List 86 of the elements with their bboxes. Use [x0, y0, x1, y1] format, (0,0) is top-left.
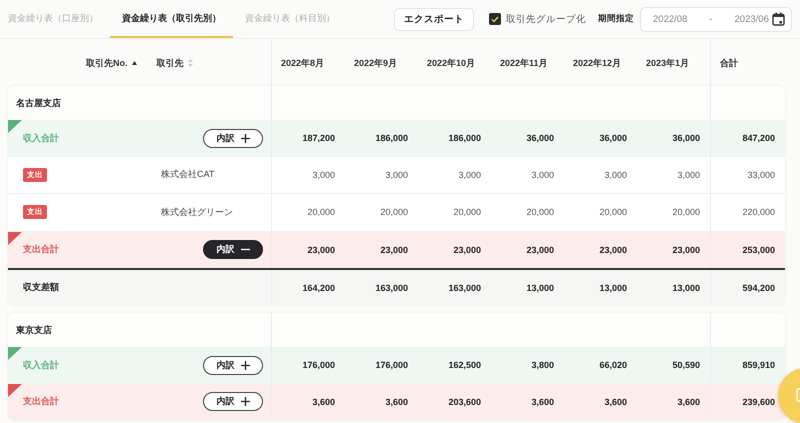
breakdown-button[interactable]: 内訳	[203, 356, 263, 375]
breakdown-button[interactable]: 内訳	[203, 240, 263, 260]
amount-cell: 13,000	[672, 282, 700, 292]
amount-cell: 20,000	[672, 207, 700, 218]
checkbox[interactable]	[489, 13, 501, 25]
amount-cell: 3,600	[385, 396, 408, 407]
plus-icon	[240, 360, 250, 370]
amount-cell: 3,600	[531, 396, 554, 407]
amount-cell: 20,000	[453, 207, 481, 218]
amount-cell: 20,000	[526, 207, 554, 218]
total-cell: 33,000	[747, 170, 775, 180]
total-cell: 253,000	[742, 244, 775, 255]
column-header: 2022年10月	[427, 56, 476, 70]
amount-cell: 20,000	[599, 207, 627, 218]
amount-cell: 186,000	[375, 133, 408, 144]
amount-cell: 3,000	[385, 170, 408, 180]
total-cell: 239,600	[742, 396, 775, 407]
amount-cell: 176,000	[302, 360, 335, 370]
row-label: 支出合計	[23, 395, 60, 408]
branch-name: 東京支店	[16, 324, 52, 336]
column-header[interactable]: 取引先No.	[86, 56, 128, 70]
column-header: 合計	[720, 56, 738, 70]
amount-cell: 3,000	[531, 170, 554, 180]
amount-cell: 13,000	[599, 282, 627, 292]
amount-cell: 66,020	[599, 360, 627, 370]
corner-marker	[8, 384, 22, 396]
breakdown-button[interactable]: 内訳	[203, 128, 263, 148]
corner-marker	[8, 232, 22, 244]
amount-cell: 163,000	[448, 282, 481, 292]
total-cell: 594,200	[742, 282, 775, 292]
total-cell: 220,000	[742, 207, 775, 218]
corner-marker	[8, 347, 22, 360]
amount-cell: 176,000	[375, 360, 408, 370]
column-header: 2022年11月	[500, 56, 548, 70]
amount-cell: 36,000	[672, 133, 700, 144]
corner-marker	[8, 120, 22, 133]
amount-cell: 50,590	[672, 360, 700, 370]
sort-ascending-icon[interactable]	[132, 61, 136, 65]
amount-cell: 3,600	[312, 396, 335, 407]
amount-cell: 23,000	[380, 244, 408, 255]
calendar-icon[interactable]	[772, 12, 785, 26]
amount-cell: 3,000	[312, 170, 335, 180]
row-label: 収支差額	[23, 281, 60, 294]
column-header: 2022年8月	[281, 56, 324, 70]
column-header: 2023年1月	[646, 56, 690, 70]
amount-cell: 23,000	[453, 244, 481, 255]
amount-cell: 187,200	[302, 133, 335, 144]
column-header: 2022年12月	[573, 56, 622, 70]
amount-cell: 3,600	[604, 396, 627, 407]
plus-icon	[240, 397, 250, 406]
amount-cell: 23,000	[307, 244, 335, 255]
checkbox-label: 取引先グループ化	[506, 12, 586, 26]
amount-cell: 36,000	[526, 133, 554, 144]
plus-icon	[240, 134, 250, 143]
partner-name: 株式会社CAT	[161, 168, 214, 182]
branch-name: 名古屋支店	[16, 96, 61, 110]
amount-cell: 3,000	[677, 170, 700, 180]
total-cell: 859,910	[742, 360, 775, 370]
amount-cell: 186,000	[448, 133, 481, 144]
row-label: 支出合計	[23, 243, 60, 256]
export-button[interactable]: エクスポート	[394, 8, 474, 30]
partner-name: 株式会社グリーン	[161, 206, 233, 219]
amount-cell: 13,000	[526, 282, 554, 292]
column-header: 2022年9月	[354, 56, 398, 70]
amount-cell: 3,800	[531, 360, 554, 370]
period-label: 期間指定	[598, 13, 634, 25]
breakdown-button[interactable]: 内訳	[203, 392, 263, 412]
amount-cell: 20,000	[380, 207, 408, 218]
tab[interactable]: 資金繰り表（取引先別）	[110, 0, 233, 38]
amount-cell: 162,500	[448, 360, 481, 370]
amount-cell: 203,600	[448, 396, 481, 407]
amount-cell: 3,000	[604, 170, 627, 180]
amount-cell: 23,000	[526, 244, 554, 255]
total-cell: 847,200	[742, 133, 775, 144]
amount-cell: 20,000	[307, 207, 335, 218]
amount-cell: 164,200	[302, 282, 335, 292]
column-header[interactable]: 取引先	[156, 56, 184, 70]
row-label: 収入合計	[23, 132, 60, 145]
amount-cell: 23,000	[599, 244, 627, 255]
amount-cell: 3,000	[458, 170, 481, 180]
row-label: 収入合計	[23, 358, 60, 372]
amount-cell: 23,000	[672, 244, 700, 255]
amount-cell: 163,000	[375, 282, 408, 292]
amount-cell: 3,600	[677, 396, 700, 407]
date-range-field[interactable]: 2022/08 - 2023/06	[640, 6, 792, 32]
amount-cell: 36,000	[599, 133, 627, 144]
